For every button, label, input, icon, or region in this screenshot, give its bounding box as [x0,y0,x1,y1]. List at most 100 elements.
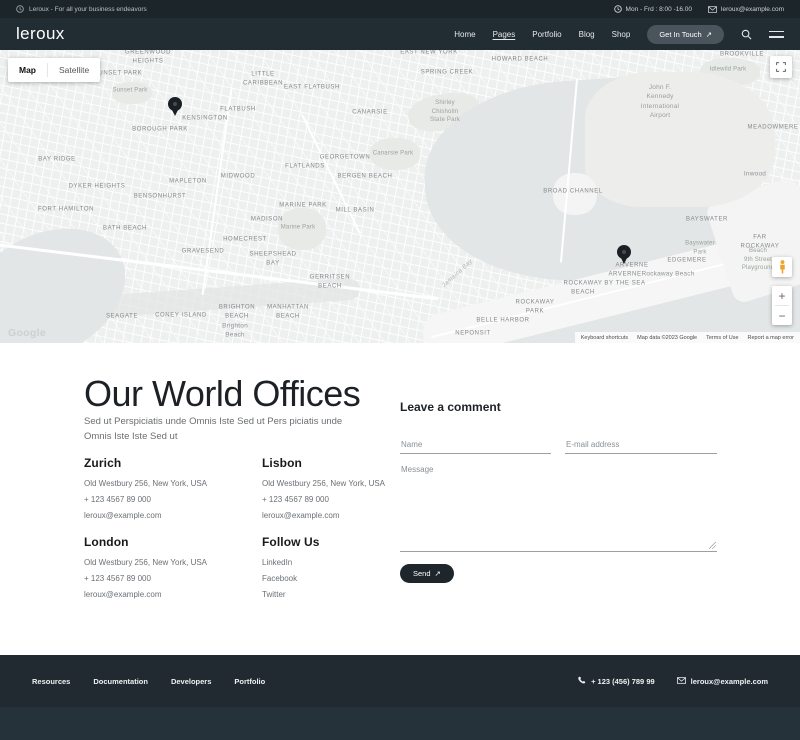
map-label: BATH BEACH [103,225,147,234]
office-email[interactable]: leroux@example.com [84,590,254,599]
mail-icon [708,6,717,13]
map-label: GREENWOOD HEIGHTS [125,50,171,66]
pegman-button[interactable] [772,257,792,277]
get-in-touch-button[interactable]: Get In Touch ↗ [647,25,724,44]
zoom-out-button[interactable]: − [772,306,792,325]
clock-icon [16,5,24,13]
nav-item-home[interactable]: Home [454,30,475,39]
subfooter [0,707,800,740]
office-address: Old Westbury 256, New York, USA [84,558,254,567]
map-label: Inwood [744,169,766,178]
map-pin[interactable] [617,245,631,259]
map-label: BROOKVILLE [720,51,764,60]
footer-link-portfolio[interactable]: Portfolio [234,677,265,686]
map-label: HOWARD BEACH [492,56,549,65]
search-icon[interactable] [741,29,752,40]
menu-icon[interactable] [769,31,784,38]
map-label: Beach 9th Street Playground [742,247,774,273]
page-title: Our World Offices [84,373,360,415]
arrow-up-right-icon: ↗ [706,30,712,39]
footer-link-documentation[interactable]: Documentation [93,677,148,686]
office-phone[interactable]: + 123 4567 89 000 [84,574,254,583]
map-type-satellite-button[interactable]: Satellite [48,65,100,75]
map-label: SPRING CREEK [421,69,474,78]
nav-item-shop[interactable]: Shop [612,30,631,39]
map-label: NEPONSIT [455,330,490,339]
map-label: SEAGATE [106,313,138,322]
map-label: MADISON [251,216,283,225]
office-address: Old Westbury 256, New York, USA [84,479,254,488]
map-label: MARINE PARK [279,202,327,211]
fullscreen-button[interactable] [770,56,792,78]
map-label: Rockaway Beach [641,269,694,278]
map-label: MIDWOOD [221,173,256,182]
office-name: London [84,535,254,549]
phone-icon [578,676,586,686]
map-label: KENSINGTON [182,115,228,124]
map-label: EDGEMERE [667,257,706,266]
zoom-control: + − [772,286,792,325]
map-label: EAST FLATBUSH [284,84,340,93]
map-label: GEORGETOWN [320,154,371,163]
terms-of-use-link[interactable]: Terms of Use [706,335,738,341]
map-label: Idlewild Park [710,66,747,75]
page: Leroux - For all your business endeavors… [0,0,800,740]
map-label: FLATBUSH [220,106,256,115]
office-card-london: London Old Westbury 256, New York, USA +… [84,535,254,606]
twitter-link[interactable]: Twitter [262,590,432,599]
map-label: EAST NEW YORK [400,50,458,57]
textarea-resize-grip[interactable] [709,542,716,549]
map-label: ROCKAWAY BEACH [564,279,603,296]
map-pin[interactable] [168,97,182,111]
footer-phone[interactable]: + 123 (456) 789 99 [578,676,655,686]
map-annotations: GREENWOOD HEIGHTSSUNSET PARKSunset ParkL… [0,50,800,343]
map-label: BAYSWATER [686,216,728,225]
send-button[interactable]: Send ↗ [400,564,454,583]
map-label: John F. Kennedy International Airport [641,83,679,121]
footer-link-developers[interactable]: Developers [171,677,211,686]
message-textarea[interactable] [400,463,717,552]
logo[interactable]: leroux [16,24,65,44]
nav-item-blog[interactable]: Blog [579,30,595,39]
fullscreen-icon [776,62,786,72]
map-label: LITTLE CARIBBEAN [243,70,283,87]
topbar: Leroux - For all your business endeavors… [0,0,800,18]
keyboard-shortcuts-link[interactable]: Keyboard shortcuts [581,335,628,341]
office-email[interactable]: leroux@example.com [84,511,254,520]
footer-email[interactable]: leroux@example.com [677,677,768,686]
map-label: MAPLETON [169,178,207,187]
map-label: BELLE HARBOR [476,317,529,326]
topbar-email[interactable]: leroux@example.com [708,6,784,13]
nav-item-pages[interactable]: Pages [493,30,516,39]
map-label: MILL BASIN [336,207,375,216]
topbar-tagline: Leroux - For all your business endeavors [29,6,147,13]
google-map[interactable]: GREENWOOD HEIGHTSSUNSET PARKSunset ParkL… [0,50,800,343]
map-label: Brighton Beach [222,322,248,341]
map-label: BOROUGH PARK [132,126,188,135]
map-type-map-button[interactable]: Map [8,65,47,75]
map-label: BERGEN BEACH [338,173,393,182]
office-phone[interactable]: + 123 4567 89 000 [84,495,254,504]
footer-links: Resources Documentation Developers Portf… [32,677,265,686]
map-label: GRAVESEND [182,248,225,257]
working-hours: Mon - Frd : 8:00 -16.00 [614,5,692,13]
map-label: MEADOWMERE [748,124,799,133]
nav-item-portfolio[interactable]: Portfolio [532,30,561,39]
footer-link-resources[interactable]: Resources [32,677,70,686]
map-type-control: Map Satellite [8,58,100,82]
map-label: BROAD CHANNEL [543,188,602,197]
map-label: Marine Park [281,224,316,233]
map-label: Canarsie Park [373,150,414,159]
map-attribution: Keyboard shortcuts Map data ©2023 Google… [575,332,800,343]
office-card-zurich: Zurich Old Westbury 256, New York, USA +… [84,456,254,527]
google-logo[interactable]: Google [8,327,46,339]
map-label: SHEEPSHEAD BAY [249,250,296,267]
email-input[interactable] [565,435,717,454]
mail-icon [677,677,686,686]
map-label: Sunset Park [113,87,148,96]
map-label: MANHATTAN BEACH [267,303,309,320]
report-map-error-link[interactable]: Report a map error [748,335,794,341]
name-input[interactable] [400,435,551,454]
navbar: leroux Home Pages Portfolio Blog Shop Ge… [0,18,800,50]
zoom-in-button[interactable]: + [772,286,792,305]
